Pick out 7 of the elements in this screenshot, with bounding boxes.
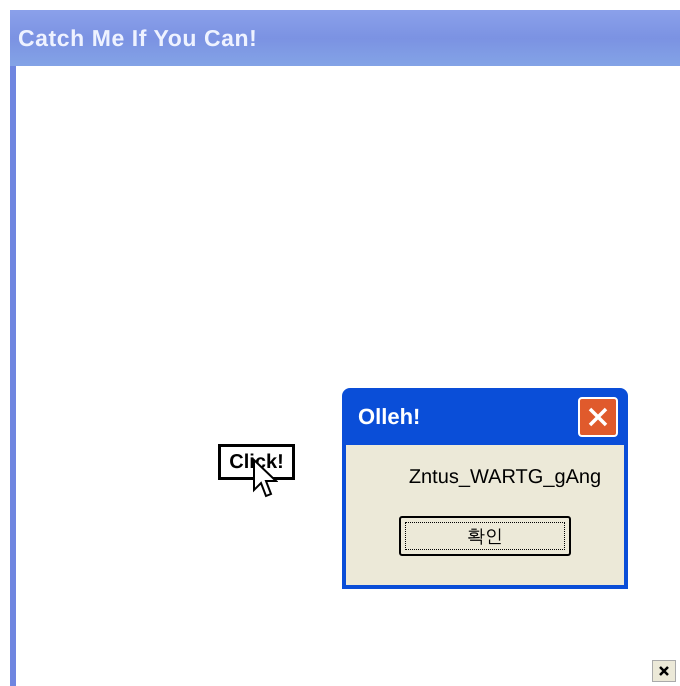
dialog-title: Olleh! bbox=[358, 403, 420, 431]
window-title: Catch Me If You Can! bbox=[18, 24, 258, 53]
close-icon bbox=[587, 406, 609, 428]
ok-button[interactable]: 확인 bbox=[399, 516, 571, 556]
close-button[interactable] bbox=[652, 660, 676, 682]
dialog-message: Zntus_WARTG_gAng bbox=[408, 465, 602, 490]
close-icon bbox=[658, 665, 670, 677]
